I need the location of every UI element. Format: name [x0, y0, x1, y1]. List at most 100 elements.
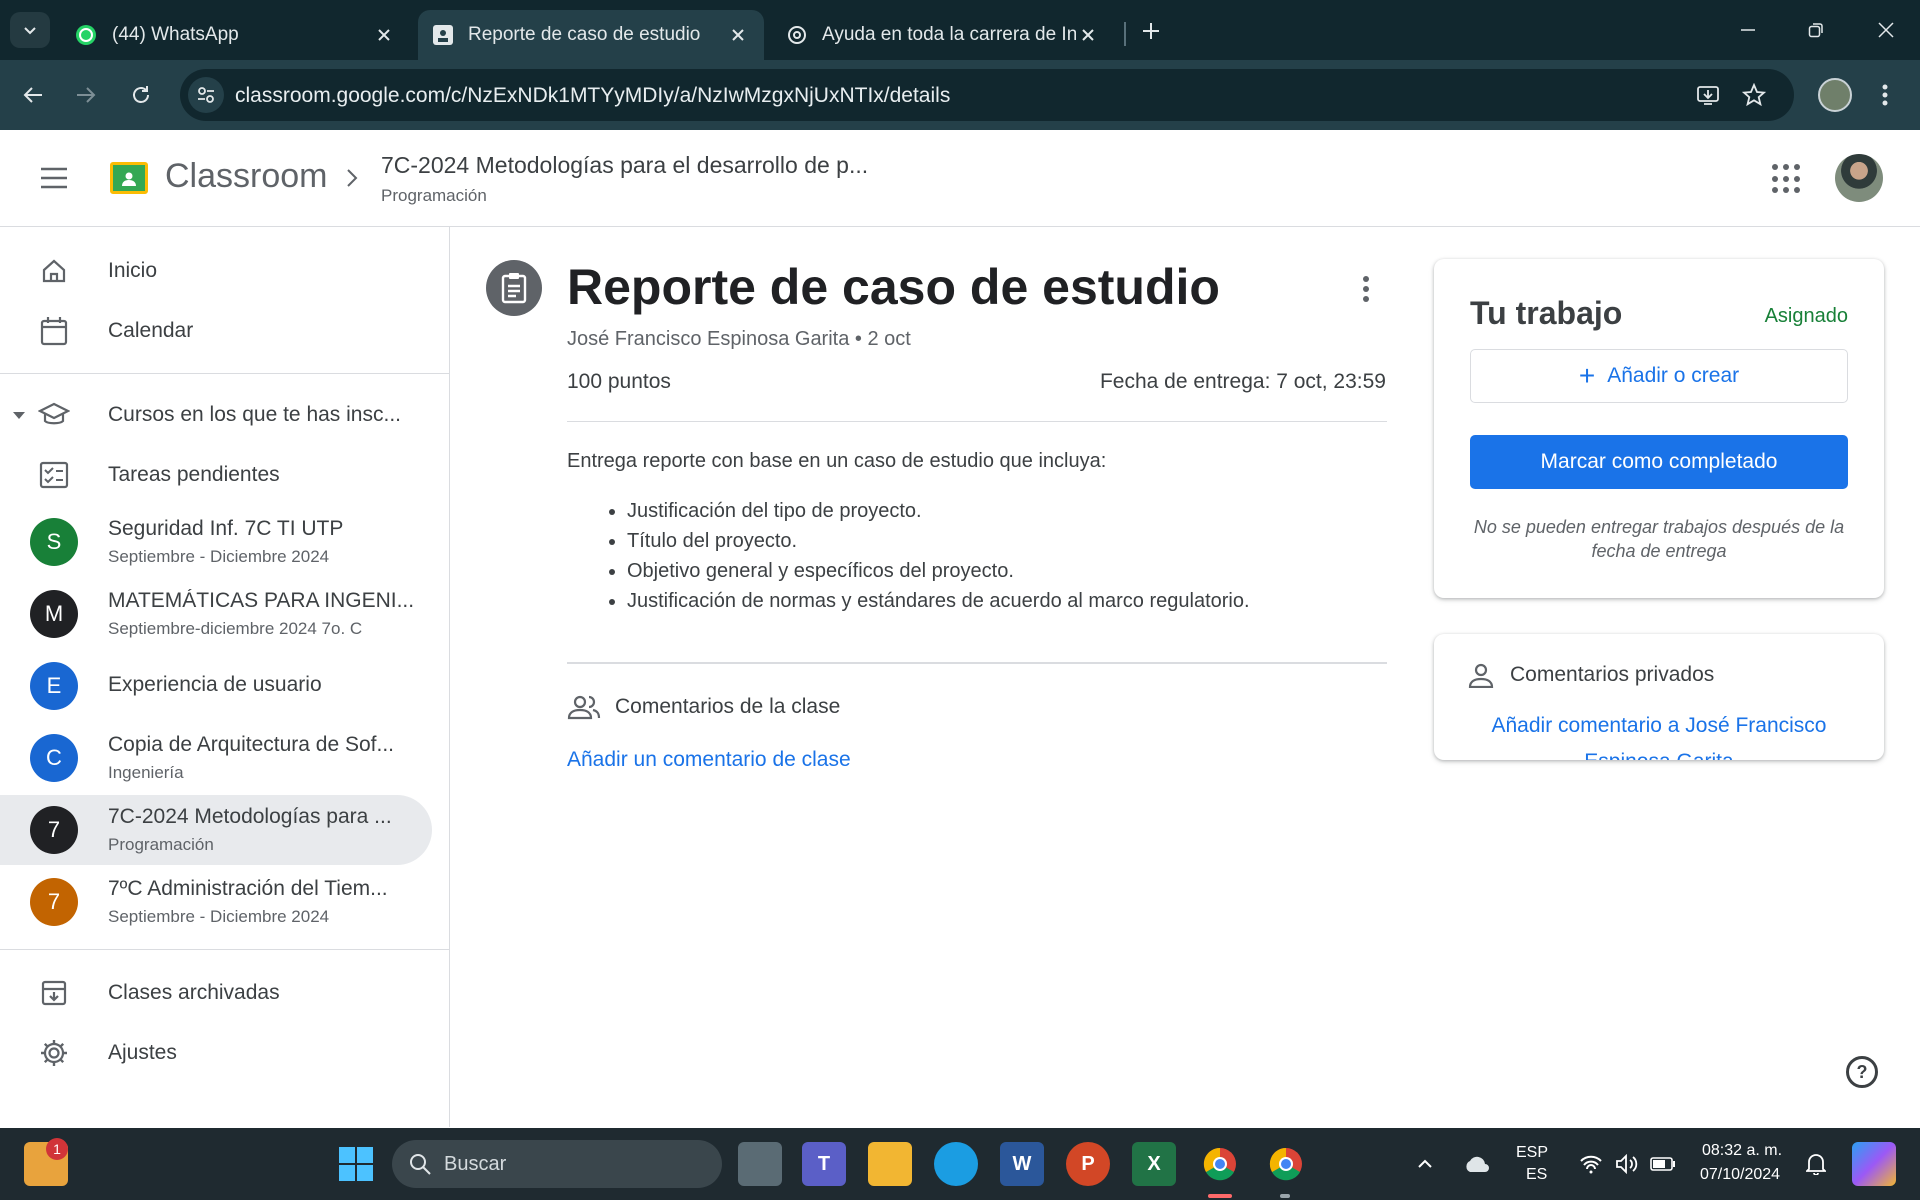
- close-icon[interactable]: [726, 23, 750, 47]
- course-title: Copia de Arquitectura de Sof...: [108, 733, 395, 756]
- volume-icon[interactable]: [1612, 1142, 1642, 1186]
- new-tab-button[interactable]: [1136, 16, 1166, 46]
- word-icon[interactable]: W: [1000, 1142, 1044, 1186]
- sidebar-course[interactable]: C Copia de Arquitectura de Sof... Ingeni…: [0, 723, 432, 793]
- google-apps-icon[interactable]: [1772, 164, 1802, 194]
- tab-title: Reporte de caso de estudio: [468, 24, 701, 45]
- status-badge: Asignado: [1764, 305, 1848, 327]
- sidebar-item-tareas[interactable]: Tareas pendientes: [0, 445, 432, 505]
- tab-search-button[interactable]: [10, 12, 50, 48]
- taskbar: 1 Buscar T W P X ESP ES 08:32 a. m. 07/1…: [0, 1128, 1920, 1200]
- divider: [567, 662, 1387, 664]
- clock-date: 07/10/2024: [1700, 1166, 1781, 1183]
- sidebar-item-label: Clases archivadas: [108, 981, 280, 1004]
- minimize-button[interactable]: [1718, 8, 1778, 52]
- back-arrow-icon: [23, 87, 42, 103]
- site-info-button[interactable]: [188, 77, 224, 113]
- add-class-comment-link[interactable]: Añadir un comentario de clase: [567, 748, 851, 772]
- course-subtitle: Septiembre - Diciembre 2024: [108, 547, 330, 566]
- chatgpt-icon: [788, 26, 806, 44]
- class-comments-label: Comentarios de la clase: [615, 695, 841, 718]
- tab-reporte[interactable]: Reporte de caso de estudio: [418, 10, 764, 60]
- breadcrumb-course-title[interactable]: 7C-2024 Metodologías para el desarrollo …: [381, 152, 868, 179]
- chrome-icon[interactable]: [1198, 1142, 1242, 1186]
- course-subtitle: Septiembre-diciembre 2024 7o. C: [108, 619, 363, 638]
- sidebar-item-inicio[interactable]: Inicio: [0, 241, 432, 301]
- mark-as-done-label: Marcar como completado: [1540, 450, 1778, 473]
- sidebar-course[interactable]: S Seguridad Inf. 7C TI UTP Septiembre - …: [0, 507, 432, 577]
- sidebar-item-enrolled[interactable]: Cursos en los que te has insc...: [0, 385, 432, 445]
- close-icon[interactable]: [372, 23, 396, 47]
- language-indicator[interactable]: ESP: [1516, 1144, 1548, 1162]
- sidebar-item-calendar[interactable]: Calendar: [0, 301, 432, 361]
- course-title: MATEMÁTICAS PARA INGENI...: [108, 589, 415, 612]
- browser-tab-bar: (44) WhatsApp Reporte de caso de estudio…: [0, 0, 1920, 60]
- add-or-create-label: Añadir o crear: [1607, 364, 1740, 387]
- your-work-title: Tu trabajo: [1470, 295, 1623, 331]
- mark-as-done-button[interactable]: Marcar como completado: [1470, 435, 1848, 489]
- chevron-up-icon[interactable]: [1410, 1142, 1440, 1186]
- reload-button[interactable]: [123, 77, 159, 113]
- tab-whatsapp[interactable]: (44) WhatsApp: [60, 10, 410, 60]
- gear-icon: [36, 1035, 72, 1071]
- assignment-options-button[interactable]: [1354, 272, 1378, 306]
- restore-button[interactable]: [1786, 8, 1846, 52]
- forward-button[interactable]: [68, 77, 104, 113]
- help-icon[interactable]: ?: [1846, 1056, 1878, 1088]
- wifi-icon[interactable]: [1576, 1142, 1606, 1186]
- course-avatar: C: [30, 734, 78, 782]
- search-icon: [410, 1154, 431, 1175]
- back-button[interactable]: [15, 77, 51, 113]
- assignment-instructions: Entrega reporte con base en un caso de e…: [567, 450, 1107, 472]
- edge-icon[interactable]: [934, 1142, 978, 1186]
- url-bar[interactable]: classroom.google.com/c/NzExNDk1MTYyMDIy/…: [180, 69, 1794, 121]
- course-avatar: 7: [30, 806, 78, 854]
- windows-start-icon[interactable]: [334, 1142, 378, 1186]
- account-avatar[interactable]: [1835, 154, 1883, 202]
- star-icon: [1742, 83, 1766, 107]
- sidebar-course[interactable]: M MATEMÁTICAS PARA INGENI... Septiembre-…: [0, 579, 432, 649]
- course-avatar: M: [30, 590, 78, 638]
- main-menu-button[interactable]: [34, 162, 74, 194]
- onedrive-icon[interactable]: [1460, 1142, 1494, 1186]
- file-explorer-icon[interactable]: [868, 1142, 912, 1186]
- task-view-icon[interactable]: [738, 1142, 782, 1186]
- notification-bell-icon[interactable]: [1800, 1142, 1832, 1186]
- profile-avatar[interactable]: [1818, 78, 1852, 112]
- sidebar-course-active[interactable]: 7 7C-2024 Metodologías para ... Programa…: [0, 795, 432, 865]
- add-private-comment-link[interactable]: Añadir comentario a José Francisco Espin…: [1454, 708, 1864, 760]
- sidebar-item-settings[interactable]: Ajustes: [0, 1023, 432, 1083]
- add-or-create-button[interactable]: + Añadir o crear: [1470, 349, 1848, 403]
- reload-icon: [133, 86, 149, 103]
- sidebar-item-archived[interactable]: Clases archivadas: [0, 963, 432, 1023]
- close-icon[interactable]: [1076, 23, 1100, 47]
- tab-ayuda[interactable]: Ayuda en toda la carrera de Ing: [772, 10, 1114, 60]
- sidebar-course[interactable]: 7 7ºC Administración del Tiem... Septiem…: [0, 867, 432, 937]
- battery-icon[interactable]: [1648, 1142, 1678, 1186]
- copilot-icon[interactable]: [1852, 1142, 1896, 1186]
- powerpoint-icon[interactable]: P: [1066, 1142, 1110, 1186]
- app-name[interactable]: Classroom: [165, 157, 327, 196]
- restore-icon: [1808, 23, 1823, 38]
- close-window-button[interactable]: [1856, 8, 1916, 52]
- assignment-title: Reporte de caso de estudio: [567, 259, 1220, 315]
- sidebar-divider: [0, 949, 450, 950]
- more-vert-icon: [1882, 84, 1888, 106]
- install-icon: [1697, 86, 1719, 105]
- chrome-profile-icon[interactable]: [1264, 1142, 1308, 1186]
- clock-time[interactable]: 08:32 a. m.: [1702, 1142, 1782, 1160]
- address-toolbar: classroom.google.com/c/NzExNDk1MTYyMDIy/…: [0, 60, 1920, 130]
- bookmark-button[interactable]: [1740, 81, 1768, 109]
- sidebar-item-label: Ajustes: [108, 1041, 177, 1064]
- teams-icon[interactable]: T: [802, 1142, 846, 1186]
- forward-arrow-icon: [77, 87, 96, 103]
- assignment-check-icon: [36, 457, 72, 493]
- caret-down-icon[interactable]: [12, 408, 26, 422]
- taskbar-search[interactable]: Buscar: [392, 1140, 722, 1188]
- course-subtitle: Septiembre - Diciembre 2024: [108, 907, 330, 926]
- sidebar-course[interactable]: E Experiencia de usuario: [0, 651, 432, 721]
- excel-icon[interactable]: X: [1132, 1142, 1176, 1186]
- people-icon: [567, 695, 601, 720]
- browser-menu-button[interactable]: [1873, 78, 1897, 112]
- install-app-button[interactable]: [1694, 81, 1722, 109]
